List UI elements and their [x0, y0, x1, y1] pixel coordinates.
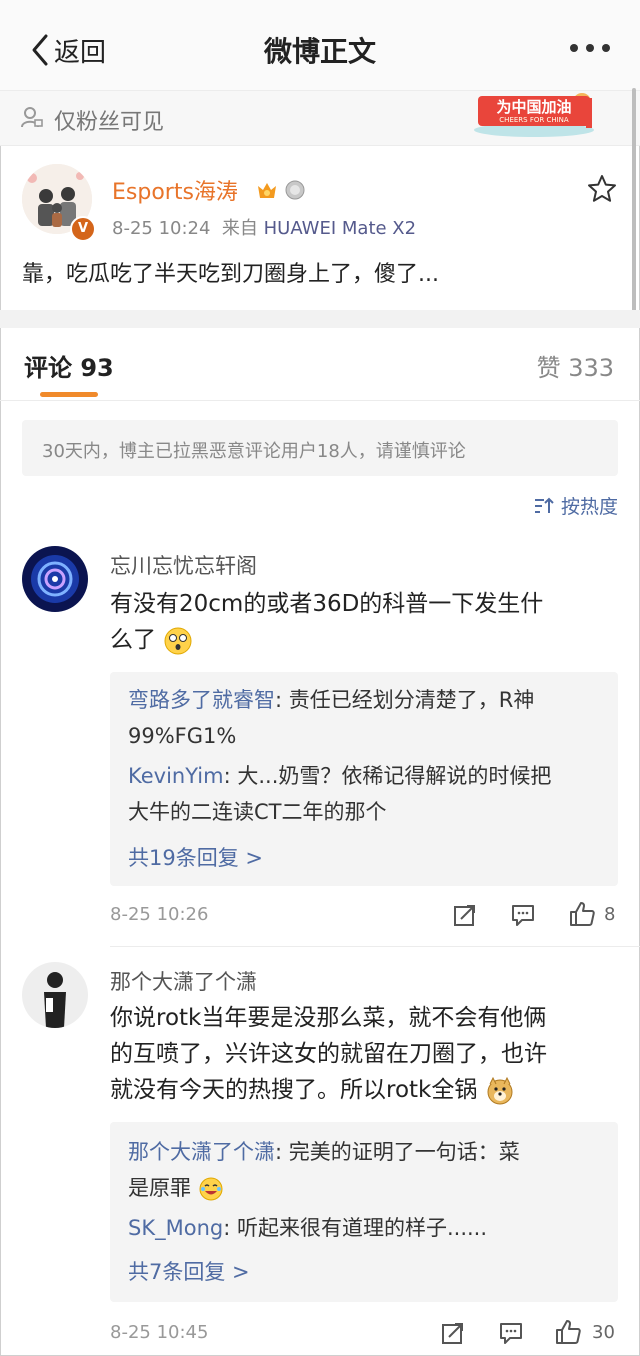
tab-likes[interactable]: 赞 333: [537, 348, 614, 383]
sort-by-hot-button[interactable]: 按热度: [533, 492, 618, 519]
cheers-for-china-banner[interactable]: 为中国加油 CHEERS FOR CHINA: [470, 88, 598, 138]
post-meta: 8-25 10:24 来自 HUAWEI Mate X2: [112, 214, 416, 240]
block-notice: 30天内，博主已拉黑恶意评论用户18人，请谨慎评论: [22, 420, 618, 476]
reply-item[interactable]: 那个大潇了个潇: 完美的证明了一句话：菜 是原罪: [128, 1134, 606, 1206]
comment-text-line-2-text: 么了: [110, 627, 156, 653]
reply-text: : 完美的证明了一句话：菜: [275, 1140, 520, 1164]
comment-text: 你说rotk当年要是没那么菜，就不会有他俩 的互喷了，兴许这女的就留在刀圈了，也…: [110, 1000, 618, 1108]
user-lock-icon: [21, 107, 43, 128]
reply-text-cont: 大牛的二连读CT二年的那个: [128, 800, 387, 824]
banner-subtitle: CHEERS FOR CHINA: [499, 116, 569, 124]
post-body: 靠，吃瓜吃了半天吃到刀圈身上了，傻了...: [22, 262, 439, 287]
fan-medal-icon: [258, 183, 276, 198]
comment-avatar[interactable]: [22, 962, 88, 1028]
comment-text-line: 的互喷了，兴许这女的就留在刀圈了，也许: [110, 1041, 547, 1067]
post-device[interactable]: HUAWEI Mate X2: [264, 218, 416, 239]
reply-box[interactable]: 那个大潇了个潇: 完美的证明了一句话：菜 是原罪 SK_Mong: 听起来很有道…: [110, 1122, 618, 1302]
comment-avatar[interactable]: [22, 546, 88, 612]
author-name[interactable]: Esports海涛: [112, 174, 238, 206]
verified-badge: V: [70, 216, 96, 242]
comment-time: 8-25 10:45: [110, 1322, 209, 1343]
comment-text-line-3-text: 就没有今天的热搜了。所以rotk全锅: [110, 1077, 478, 1103]
star-favorite-icon[interactable]: [587, 174, 617, 204]
reply-item[interactable]: KevinYim: 大...奶雪？依稀记得解说的时候把 大牛的二连读CT二年的那…: [128, 758, 606, 830]
doge-emoji-icon: [487, 1076, 513, 1104]
page-title: 微博正文: [263, 35, 376, 68]
like-count: 8: [604, 904, 616, 925]
reply-author[interactable]: 那个大潇了个潇: [128, 1140, 275, 1164]
block-notice-text: 30天内，博主已拉黑恶意评论用户18人，请谨慎评论: [42, 441, 466, 462]
thumbs-up-icon[interactable]: [568, 900, 596, 928]
nav-bar: 返回 微博正文: [0, 0, 640, 90]
like-count: 30: [592, 1322, 615, 1343]
commenter-name[interactable]: 那个大潇了个潇: [110, 966, 257, 996]
reply-text-cont: 99%FG1%: [128, 724, 237, 748]
comment-text-line: 你说rotk当年要是没那么菜，就不会有他俩: [110, 1005, 547, 1031]
reply-author[interactable]: 弯路多了就睿智: [128, 688, 275, 712]
post-time: 8-25 10:24: [112, 218, 211, 239]
surprised-emoji-icon: [164, 627, 192, 654]
reply-item[interactable]: SK_Mong: 听起来很有道理的样子......: [128, 1210, 606, 1246]
reply-author[interactable]: KevinYim: [128, 764, 224, 788]
avatar-galaxy-image: [22, 546, 88, 612]
repost-icon[interactable]: [440, 1320, 466, 1346]
comment-icon[interactable]: [510, 902, 536, 928]
commenter-name[interactable]: 忘川忘忧忘轩阁: [110, 550, 257, 580]
comment-icon[interactable]: [498, 1320, 524, 1346]
thumbs-up-icon[interactable]: [554, 1318, 582, 1346]
sort-icon: [534, 497, 554, 513]
reply-author[interactable]: SK_Mong: [128, 1216, 223, 1240]
visibility-text: 仅粉丝可见: [54, 110, 165, 135]
reply-text: : 责任已经划分清楚了，R神: [275, 688, 535, 712]
comment-text-line-3: 就没有今天的热搜了。所以rotk全锅: [110, 1072, 618, 1108]
more-options-icon[interactable]: [570, 44, 610, 52]
comment-text: 有没有20cm的或者36D的科普一下发生什 么了: [110, 586, 618, 658]
view-all-replies-link[interactable]: 共7条回复 >: [128, 1256, 250, 1286]
reply-text: : 大...奶雪？依稀记得解说的时候把: [223, 764, 552, 788]
tab-comments[interactable]: 评论 93: [24, 348, 114, 383]
reply-text: : 听起来很有道理的样子......: [223, 1216, 488, 1240]
avatar-figure-image: [22, 962, 88, 1028]
section-divider: [0, 310, 640, 328]
active-tab-indicator: [40, 392, 98, 397]
comment-text-line: 有没有20cm的或者36D的科普一下发生什: [110, 591, 544, 617]
reply-item[interactable]: 弯路多了就睿智: 责任已经划分清楚了，R神 99%FG1%: [128, 682, 606, 754]
tab-divider: [0, 400, 640, 401]
post-source-prefix: 来自: [221, 218, 258, 239]
sort-label: 按热度: [560, 496, 618, 518]
comment-divider: [110, 946, 640, 947]
scrollbar[interactable]: [632, 88, 636, 316]
reply-text-cont: 是原罪: [128, 1176, 191, 1200]
comment-text-line-2: 么了: [110, 622, 618, 658]
reply-box[interactable]: 弯路多了就睿智: 责任已经划分清楚了，R神 99%FG1% KevinYim: …: [110, 672, 618, 886]
silver-medal-icon: [285, 180, 305, 200]
view-all-replies-link[interactable]: 共19条回复 >: [128, 842, 263, 872]
laughing-tears-emoji-icon: [199, 1177, 223, 1201]
comment-time: 8-25 10:26: [110, 904, 209, 925]
repost-icon[interactable]: [452, 902, 478, 928]
